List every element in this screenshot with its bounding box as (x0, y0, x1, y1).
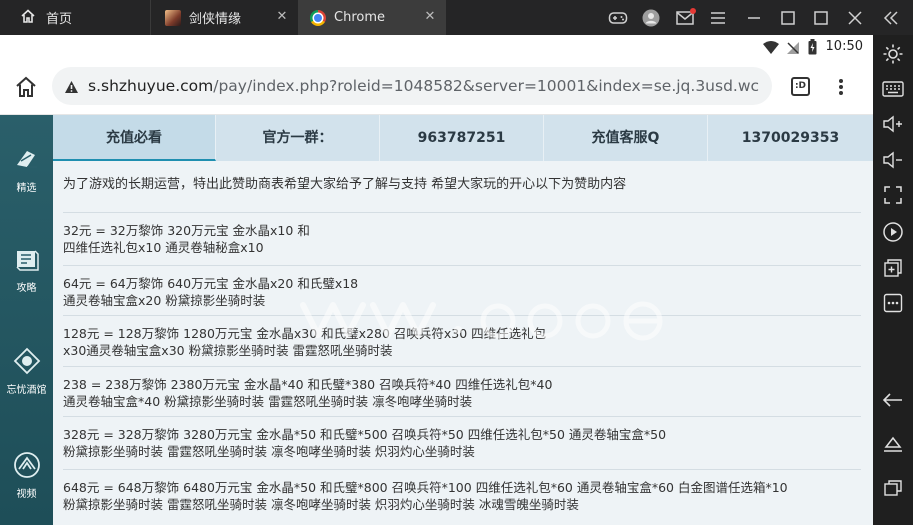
sidebar-label: 忘忧酒馆 (6, 385, 47, 396)
wifi-icon (762, 40, 780, 59)
restore-icon[interactable] (773, 0, 803, 35)
notification-dot (690, 8, 696, 14)
home-button[interactable] (15, 76, 37, 102)
android-status-bar: 10:50 (0, 35, 873, 59)
package-item: 238 = 238万黎饰 2380万元宝 金水晶*40 和氏璧*380 召唤兵符… (63, 366, 861, 410)
package-line: 四维任选礼包x10 通灵卷轴秘盒x10 (63, 240, 264, 255)
package-item: 64元 = 64万黎饰 640万元宝 金水晶x20 和氏璧x18 通灵卷轴宝盒x… (63, 265, 861, 309)
package-line: 328元 = 328万黎饰 3280万元宝 金水晶*50 和氏璧*500 召唤兵… (63, 427, 667, 442)
tab-home[interactable]: 首页 (0, 0, 150, 35)
tab-recharge-notice[interactable]: 充值必看 (53, 115, 216, 161)
mail-icon[interactable] (670, 0, 700, 35)
record-icon[interactable] (881, 220, 905, 244)
package-item: 32元 = 32万黎饰 320万元宝 金水晶x10 和 四维任选礼包x10 通灵… (63, 212, 861, 256)
official-group-label: 官方一群： (216, 115, 380, 161)
site-sidebar: 精选 攻略 忘忧酒馆 视频 (0, 115, 53, 525)
package-item: 128元 = 128万黎饰 1280万元宝 金水晶x30 和氏璧x280 召唤兵… (63, 315, 861, 359)
battery-icon (808, 39, 817, 59)
close-icon[interactable]: ✕ (422, 9, 438, 25)
sidebar-item-video[interactable]: 视频 (0, 451, 53, 500)
close-icon[interactable]: ✕ (274, 9, 290, 25)
package-line: 粉黛掠影坐骑时装 雷霆怒吼坐骑时装 凛冬咆哮坐骑时装 炽羽灼心坐骑时装 冰魂雪魄… (63, 497, 579, 512)
package-line: x30通灵卷轴宝盒x30 粉黛掠影坐骑时装 雷霆怒吼坐骑时装 (63, 343, 393, 358)
package-line: 128元 = 128万黎饰 1280万元宝 金水晶x30 和氏璧x280 召唤兵… (63, 326, 547, 341)
home-icon (20, 8, 36, 28)
intro-text: 为了游戏的长期运营，特出此赞助商表希望大家给予了解与支持 希望大家玩的开心以下为… (63, 177, 627, 192)
status-clock: 10:50 (825, 39, 863, 54)
url-path: /pay/index.php?roleid=1048582&server=100… (213, 77, 760, 95)
sidebar-label: 视频 (16, 489, 37, 500)
package-line: 粉黛掠影坐骑时装 雷霆怒吼坐骑时装 凛冬咆哮坐骑时装 炽羽灼心坐骑时装 (63, 444, 475, 459)
package-item: 328元 = 328万黎饰 3280万元宝 金水晶*50 和氏璧*500 召唤兵… (63, 416, 861, 460)
sidebar-item-featured[interactable]: 精选 (0, 145, 53, 194)
account-icon[interactable] (636, 0, 666, 35)
package-line: 通灵卷轴宝盒*40 粉黛掠影坐骑时装 雷霆怒吼坐骑时装 凛冬咆哮坐骑时装 (63, 394, 473, 409)
tavern-emblem-icon (13, 347, 41, 375)
sidebar-label: 攻略 (16, 283, 37, 294)
close-window-icon[interactable] (840, 0, 870, 35)
book-icon (13, 245, 41, 273)
tab-count: :D (794, 81, 807, 91)
tab-home-label: 首页 (46, 12, 73, 27)
tab-chrome-label: Chrome (334, 10, 385, 25)
home-nav-icon[interactable] (881, 432, 905, 456)
fullscreen-icon[interactable] (881, 183, 905, 207)
package-line: 648元 = 648万黎饰 6480万元宝 金水晶*50 和氏璧*800 召唤兵… (63, 480, 788, 495)
package-item: 648元 = 648万黎饰 6480万元宝 金水晶*50 和氏璧*800 召唤兵… (63, 469, 861, 513)
info-bar: 充值必看 官方一群： 963787251 充值客服Q 1370029353 (53, 115, 873, 161)
official-group-number: 963787251 (380, 115, 544, 161)
package-line: 通灵卷轴宝盒x20 粉黛掠影坐骑时装 (63, 293, 266, 308)
package-line: 32元 = 32万黎饰 320万元宝 金水晶x10 和 (63, 223, 310, 238)
url-text[interactable]: s.shzhuyue.com/pay/index.php?roleid=1048… (88, 77, 759, 95)
scroll-icon (13, 145, 41, 173)
game-avatar-icon (165, 9, 181, 26)
gamepad-icon[interactable] (603, 0, 633, 35)
more-icon[interactable] (881, 291, 905, 315)
tab-game-label: 剑侠情缘 (189, 12, 242, 27)
web-page: 精选 攻略 忘忧酒馆 视频 充值必看 官方一群： 963787251 充值客服Q (0, 115, 873, 525)
chrome-icon (310, 9, 326, 26)
keyboard-icon[interactable] (881, 77, 905, 101)
tab-chrome[interactable]: Chrome ✕ (298, 0, 446, 35)
video-emblem-icon (13, 451, 41, 479)
more-vertical-icon[interactable] (838, 78, 844, 100)
package-line: 64元 = 64万黎饰 640万元宝 金水晶x20 和氏璧x18 (63, 276, 359, 291)
sidebar-label: 精选 (16, 183, 37, 194)
back-icon[interactable] (881, 388, 905, 412)
customer-service-number: 1370029353 (708, 115, 873, 161)
settings-gear-icon[interactable] (881, 42, 905, 66)
package-line: 238 = 238万黎饰 2380万元宝 金水晶*40 和氏璧*380 召唤兵符… (63, 377, 553, 392)
double-chevron-left-icon[interactable] (876, 0, 906, 35)
emulator-side-toolbar (873, 35, 913, 525)
customer-service-label: 充值客服Q (544, 115, 708, 161)
sidebar-item-guide[interactable]: 攻略 (0, 245, 53, 294)
emulator-title-bar: 首页 剑侠情缘 ✕ Chrome ✕ (0, 0, 913, 35)
volume-down-icon[interactable] (881, 148, 905, 172)
tab-switcher-button[interactable]: :D (791, 77, 810, 96)
minimize-icon[interactable] (739, 0, 769, 35)
browser-toolbar: s.shzhuyue.com/pay/index.php?roleid=1048… (0, 59, 873, 115)
no-signal-icon (786, 40, 800, 59)
recent-apps-icon[interactable] (881, 476, 905, 500)
maximize-icon[interactable] (806, 0, 836, 35)
tab-game[interactable]: 剑侠情缘 ✕ (150, 0, 298, 35)
sidebar-item-tavern[interactable]: 忘忧酒馆 (0, 347, 53, 396)
volume-up-icon[interactable] (881, 112, 905, 136)
warning-icon (64, 79, 79, 98)
url-host: s.shzhuyue.com (88, 77, 214, 95)
multi-instance-icon[interactable] (881, 256, 905, 280)
menu-icon[interactable] (703, 0, 733, 35)
recharge-content: 充值必看 官方一群： 963787251 充值客服Q 1370029353 为了… (53, 115, 873, 525)
address-bar[interactable]: s.shzhuyue.com/pay/index.php?roleid=1048… (52, 67, 772, 105)
